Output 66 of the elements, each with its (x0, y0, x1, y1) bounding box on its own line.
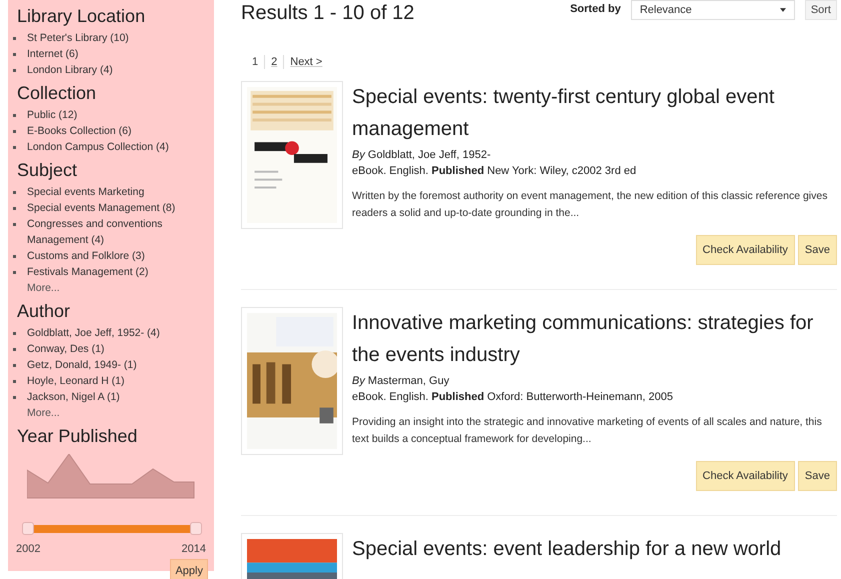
bullet-icon (13, 396, 16, 399)
facet-link[interactable]: St Peter's Library (10) (27, 30, 129, 46)
publication-line: eBook. English. Published Oxford: Butterworth-Heinemann, 2005 (352, 390, 674, 405)
facet-link[interactable]: E-Books Collection (6) (27, 123, 132, 139)
facet-heading: Collection (17, 83, 98, 103)
result-title[interactable]: Special events: twenty-first century global event management (352, 81, 837, 145)
action-button[interactable]: Check Availability (696, 461, 795, 491)
publication-line: eBook. English. Published New York: Wiley, c2002 3rd ed (352, 164, 638, 179)
result-summary: Providing an insight into the strategic and innovative marketing of events of all scales and nature, this text builds a conceptual framework for developing... (352, 415, 823, 447)
facet-link[interactable]: Internet (6) (27, 46, 78, 62)
facet-link[interactable]: Public (12) (27, 107, 78, 123)
facet-link[interactable]: Customs and Folklore (3) (27, 248, 145, 264)
range-max-label: 2014 (182, 543, 206, 555)
sort-label: Sorted by (570, 3, 621, 15)
page-link[interactable]: 2 (264, 55, 284, 69)
facet-link[interactable]: London Library (4) (27, 62, 113, 78)
bullet-icon (13, 69, 16, 72)
bullet-icon (13, 37, 16, 40)
bullet-icon (13, 271, 16, 274)
page-link[interactable]: 1 (249, 55, 264, 69)
facet-heading: Library Location (17, 6, 146, 26)
more-link[interactable]: More... (27, 405, 214, 421)
facet-link[interactable]: Congresses and conventions Management (4) (27, 216, 197, 248)
facet-link[interactable]: Jackson, Nigel A (1) (27, 389, 120, 405)
facet-link[interactable]: Special events Management (8) (27, 200, 176, 216)
facet-link[interactable]: Conway, Des (1) (27, 341, 104, 357)
facet-link[interactable]: Getz, Donald, 1949- (1) (27, 357, 137, 373)
action-button[interactable]: Save (798, 235, 837, 265)
bullet-icon (13, 364, 16, 367)
facet-link[interactable]: Special events Marketing (27, 184, 144, 200)
facet-link[interactable]: Festivals Management (2) (27, 264, 148, 280)
bullet-icon (13, 223, 16, 226)
page-link[interactable]: Next > (283, 55, 328, 69)
bullet-icon (13, 53, 16, 56)
apply-button[interactable]: Apply (170, 559, 208, 579)
bullet-icon (13, 146, 16, 149)
range-min-label: 2002 (16, 543, 40, 555)
facet-heading: Subject (17, 160, 78, 180)
facet-heading: Year Published (17, 426, 138, 446)
bullet-icon (13, 114, 16, 117)
facet-link[interactable]: Hoyle, Leonard H (1) (27, 373, 124, 389)
facet-link[interactable]: London Campus Collection (4) (27, 139, 169, 155)
bullet-icon (13, 380, 16, 383)
sort-button[interactable]: Sort (804, 0, 837, 20)
bullet-icon (13, 255, 16, 258)
results-heading: Results 1 - 10 of 12 (241, 2, 414, 25)
bullet-icon (13, 332, 16, 335)
sort-dropdown[interactable]: Relevance (630, 0, 795, 20)
author-line: By Masterman, Guy (352, 374, 450, 389)
facet-heading: Author (17, 301, 72, 321)
slider-handle[interactable] (22, 522, 34, 535)
result-summary: Written by the foremost authority on event management, the new edition of this classic reference gives readers a solid and up-to-date grounding in the... (352, 189, 828, 221)
result-title[interactable]: Special events: event leadership for a new world (352, 533, 837, 565)
year-range-slider[interactable] (22, 522, 202, 537)
author-line: By Goldblatt, Joe Jeff, 1952- (352, 148, 492, 163)
action-button[interactable]: Check Availability (696, 235, 795, 265)
result-title[interactable]: Innovative marketing communications: strategies for the events industry (352, 307, 837, 371)
bullet-icon (13, 348, 16, 351)
bullet-icon (13, 130, 16, 133)
facet-link[interactable]: Goldblatt, Joe Jeff, 1952- (4) (27, 325, 160, 341)
caret-icon (780, 8, 786, 12)
action-button[interactable]: Save (798, 461, 837, 491)
slider-handle[interactable] (190, 522, 202, 535)
more-link[interactable]: More... (27, 280, 214, 296)
bullet-icon (13, 191, 16, 194)
bullet-icon (13, 207, 16, 210)
